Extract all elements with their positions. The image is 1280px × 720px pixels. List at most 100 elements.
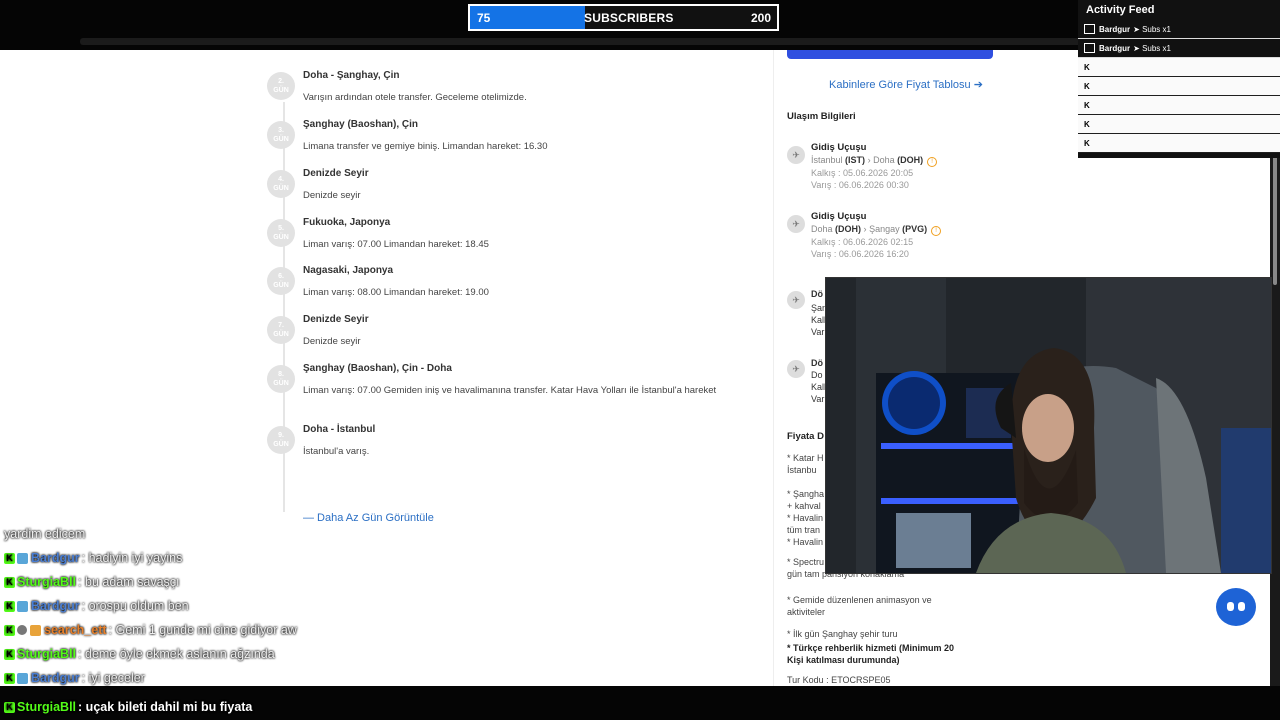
reserve-button[interactable] xyxy=(787,50,993,59)
kick-badge-icon: K xyxy=(4,624,15,636)
activity-feed: Activity Feed Bardgur ➤ Subs x1 Bardgur ➤ S… xyxy=(1078,0,1280,158)
day-description: Varışın ardından otele transfer. Gecelem… xyxy=(303,92,527,103)
kick-icon: K xyxy=(1084,62,1090,72)
cabin-price-table-link[interactable]: Kabinlere Göre Fiyat Tablosu ➔ xyxy=(829,78,983,91)
day-title: Şanghay (Baoshan), Çin - Doha xyxy=(303,363,452,374)
gift-icon xyxy=(1084,43,1095,53)
moderator-badge-icon xyxy=(17,600,28,612)
day-title: Doha - İstanbul xyxy=(303,424,376,435)
subscriber-goal: 200 xyxy=(750,11,771,25)
price-include-item: * İlk gün Şanghay şehir turu xyxy=(787,629,898,639)
moderator-badge-icon xyxy=(17,552,28,564)
flight-route: İstanbul (IST) › Doha (DOH)! xyxy=(811,155,938,167)
chat-text: : bu adam savaşçı xyxy=(78,575,180,589)
activity-text: Subs x1 xyxy=(1142,24,1171,34)
kick-badge-icon: K xyxy=(4,648,15,660)
day-description: Denizde seyir xyxy=(303,336,361,347)
occluded-flight-text: Var xyxy=(811,327,825,337)
occluded-flight-text: Dö xyxy=(811,289,823,299)
activity-feed-title: Activity Feed xyxy=(1086,4,1155,16)
day-badge: 6. GÜN xyxy=(267,267,295,295)
price-include-item: * Türkçe rehberlik hizmeti (Minimum 20 K… xyxy=(787,643,955,665)
flight-arrival: Varış : 06.06.2026 00:30 xyxy=(811,180,909,190)
webcam-image xyxy=(826,278,1271,573)
chat-username[interactable]: Bardgur xyxy=(31,599,80,613)
subscriber-goal-widget: 75 SUBSCRIBERS 200 xyxy=(468,4,779,31)
chat-message: K SturgiaBll: uçak bileti dahil mi bu fiy… xyxy=(0,695,252,719)
chat-line-partial: yardim edicem xyxy=(4,527,86,541)
activity-kick-event: K xyxy=(1078,58,1280,77)
gift-badge-icon xyxy=(30,624,41,636)
chatbot-eye-left xyxy=(1227,602,1234,611)
chat-message: K SturgiaBll: deme öyle ekmek aslanın ağz… xyxy=(0,642,560,666)
chat-username[interactable]: SturgiaBll xyxy=(17,575,76,589)
info-icon[interactable]: ! xyxy=(927,157,938,167)
day-title: Denizde Seyir xyxy=(303,314,369,325)
day-description: İstanbul'a varış. xyxy=(303,446,370,457)
chat-username[interactable]: SturgiaBll xyxy=(17,647,76,661)
kick-badge-icon: K xyxy=(4,701,15,713)
day-description: Denizde seyir xyxy=(303,190,361,201)
info-icon[interactable]: ! xyxy=(931,226,942,236)
day-description: Liman varış: 07.00 Gemiden iniş ve haval… xyxy=(303,385,717,396)
day-description: Liman varış: 07.00 Limandan hareket: 18.… xyxy=(303,239,489,250)
flight-arrival: Varış : 06.06.2026 16:20 xyxy=(811,249,909,259)
chatbot-icon[interactable] xyxy=(1216,588,1256,626)
chat-message: K SturgiaBll: bu adam savaşçı xyxy=(0,570,560,594)
day-badge: 3. GÜN xyxy=(267,121,295,149)
day-title: Doha - Şanghay, Çin xyxy=(303,70,400,81)
occluded-flight-text: Do xyxy=(811,370,823,380)
day-title: Denizde Seyir xyxy=(303,168,369,179)
occluded-flight-text: Dö xyxy=(811,358,823,368)
day-badge: 5. GÜN xyxy=(267,219,295,247)
plane-icon: ✈ xyxy=(787,291,805,309)
flight-title: Gidiş Uçuşu xyxy=(811,211,867,222)
activity-kick-event: K xyxy=(1078,115,1280,134)
kick-icon: K xyxy=(1084,119,1090,129)
price-include-item: Tur Kodu : ETOCRSPE05 xyxy=(787,675,891,685)
activity-user: Bardgur xyxy=(1099,24,1131,34)
chat-message: K Bardgur: orospu oldum ben xyxy=(0,594,560,618)
chat-username[interactable]: SturgiaBll xyxy=(17,700,76,714)
day-title: Şanghay (Baoshan), Çin xyxy=(303,119,419,130)
chat-username[interactable]: Bardgur xyxy=(31,551,80,565)
kick-badge-icon: K xyxy=(4,576,15,588)
flight-title: Gidiş Uçuşu xyxy=(811,142,867,153)
occluded-flight-text: Var xyxy=(811,394,825,404)
flight-departure: Kalkış : 06.06.2026 02:15 xyxy=(811,237,914,247)
day-title: Fukuoka, Japonya xyxy=(303,217,391,228)
chevron-right-icon: › xyxy=(863,224,867,234)
subscriber-current: 75 xyxy=(477,11,491,25)
arrow-right-icon: ➔ xyxy=(973,79,983,91)
price-includes-title: Fiyata D xyxy=(787,431,824,442)
chevron-right-icon: › xyxy=(867,155,871,165)
subscriber-label: SUBSCRIBERS xyxy=(584,11,674,25)
scrollbar-thumb[interactable] xyxy=(1273,150,1277,285)
streamer-webcam xyxy=(825,277,1272,574)
activity-text: Subs x1 xyxy=(1142,43,1171,53)
chat-username[interactable]: search_ett xyxy=(44,623,107,637)
activity-gift-event: Bardgur ➤ Subs x1 xyxy=(1078,39,1280,58)
activity-kick-event: K xyxy=(1078,96,1280,115)
arrow-icon: ➤ xyxy=(1133,43,1143,53)
flight-departure: Kalkış : 05.06.2026 20:05 xyxy=(811,168,914,178)
flight-route: Doha (DOH) › Şangay (PVG)! xyxy=(811,224,942,236)
kick-badge-icon: K xyxy=(4,600,15,612)
kick-badge-icon: K xyxy=(4,552,15,564)
chat-message: K Bardgur: iyi geceler xyxy=(0,666,560,690)
transport-info-title: Ulaşım Bilgileri xyxy=(787,111,856,122)
day-title: Nagasaki, Japonya xyxy=(303,265,394,276)
day-badge: 8. GÜN xyxy=(267,365,295,393)
chat-username[interactable]: Bardgur xyxy=(31,671,80,685)
kick-icon: K xyxy=(1084,100,1090,110)
plane-icon: ✈ xyxy=(787,360,805,378)
gift-icon xyxy=(1084,24,1095,34)
activity-kick-event: K xyxy=(1078,77,1280,96)
chat-message: Ksearch_ett: Gemi 1 gunde mi cine gidiyo… xyxy=(0,618,560,642)
chat-text: : orospu oldum ben xyxy=(81,599,189,613)
chatbot-eye-right xyxy=(1238,602,1245,611)
plane-icon: ✈ xyxy=(787,215,805,233)
kick-icon: K xyxy=(1084,138,1090,148)
activity-gift-event: Bardgur ➤ Subs x1 xyxy=(1078,20,1280,39)
activity-kick-event: K xyxy=(1078,134,1280,153)
